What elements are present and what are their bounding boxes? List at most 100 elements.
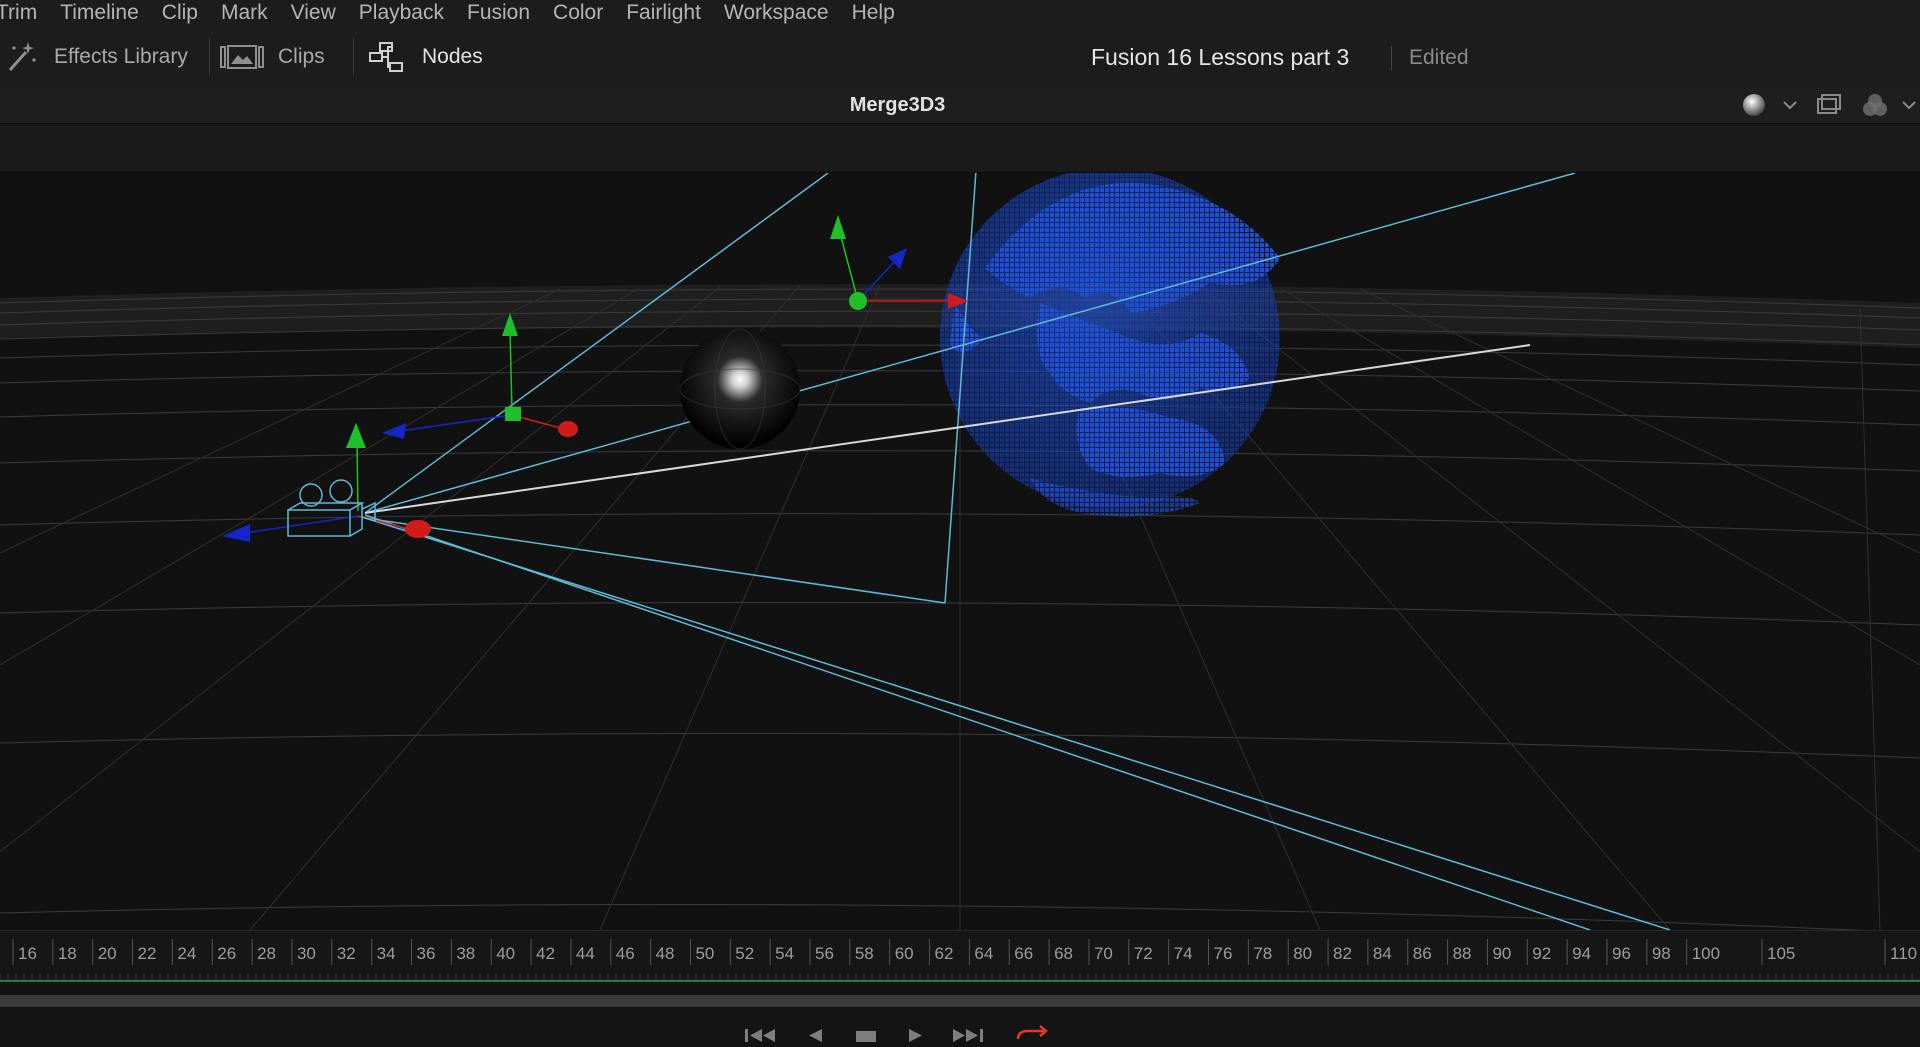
effects-library-button[interactable]: Effects Library xyxy=(4,40,188,74)
sphere-icon xyxy=(1743,94,1765,116)
nodes-button[interactable]: Nodes xyxy=(368,40,483,74)
transport-icons xyxy=(745,1025,1048,1042)
viewer-header: Merge3D3 xyxy=(0,87,1920,124)
menu-timeline[interactable]: Timeline xyxy=(60,1,139,25)
ruler-tick-label: 78 xyxy=(1253,944,1272,963)
viewer-layout-button[interactable] xyxy=(1815,92,1843,118)
ruler-tick-label: 32 xyxy=(337,944,356,963)
ruler-tick-label: 68 xyxy=(1054,944,1073,963)
timeline-scrollbar[interactable] xyxy=(0,995,1920,1007)
sphere-object[interactable] xyxy=(679,328,801,450)
ruler-tick-label: 76 xyxy=(1214,944,1233,963)
nodes-label: Nodes xyxy=(422,45,483,68)
ruler-tick-label: 58 xyxy=(855,944,874,963)
toolbar: Effects Library Clips Nodes xyxy=(0,26,1920,88)
light-gizmo[interactable] xyxy=(382,313,578,439)
menu-clip[interactable]: Clip xyxy=(162,1,198,25)
ruler-tick-label: 56 xyxy=(815,944,834,963)
project-status: Edited xyxy=(1409,46,1469,69)
render-mode-dropdown[interactable] xyxy=(1781,92,1799,118)
menu-workspace[interactable]: Workspace xyxy=(724,1,829,25)
ruler-tick-label: 82 xyxy=(1333,944,1352,963)
loop-icon[interactable] xyxy=(1016,1025,1048,1040)
menu-bar: Trim Timeline Clip Mark View Playback Fu… xyxy=(0,0,1920,26)
ruler-tick-label: 42 xyxy=(536,944,555,963)
skip-to-start-icon[interactable] xyxy=(745,1029,775,1042)
title-divider xyxy=(1391,46,1392,70)
node-graph-icon xyxy=(369,42,403,72)
ruler-tick-label: 98 xyxy=(1652,944,1671,963)
ruler-tick-label: 34 xyxy=(377,944,396,963)
ruler-tick-label: 28 xyxy=(257,944,276,963)
project-title: Fusion 16 Lessons part 3 xyxy=(1091,44,1350,70)
menu-mark[interactable]: Mark xyxy=(221,1,268,25)
menu-fusion[interactable]: Fusion xyxy=(467,1,530,25)
effects-library-label: Effects Library xyxy=(54,45,188,68)
ruler-tick-label: 40 xyxy=(496,944,515,963)
channels-dropdown[interactable] xyxy=(1900,92,1918,118)
menu-color[interactable]: Color xyxy=(553,1,603,25)
ruler-tick-label: 46 xyxy=(616,944,635,963)
render-mode-button[interactable] xyxy=(1741,92,1767,118)
3d-scene xyxy=(0,173,1920,930)
ruler-tick-label: 18 xyxy=(58,944,77,963)
ruler-tick-label: 90 xyxy=(1492,944,1511,963)
play-icon[interactable] xyxy=(909,1029,922,1042)
ruler-tick-label: 70 xyxy=(1094,944,1113,963)
skip-to-end-icon[interactable] xyxy=(953,1029,983,1042)
ruler-tick-label: 36 xyxy=(417,944,436,963)
ruler-tick-label: 110 xyxy=(1890,944,1917,963)
ruler-tick-label: 64 xyxy=(974,944,993,963)
step-back-icon[interactable] xyxy=(809,1029,822,1042)
ruler-tick-label: 84 xyxy=(1373,944,1392,963)
3d-viewport[interactable] xyxy=(0,173,1920,930)
ruler-tick-label: 100 xyxy=(1692,944,1720,963)
ruler-tick-label: 74 xyxy=(1174,944,1193,963)
channels-icon xyxy=(1863,94,1887,116)
camera-object[interactable] xyxy=(222,423,431,542)
ruler-tick-label: 92 xyxy=(1532,944,1551,963)
ruler-tick-label: 48 xyxy=(656,944,675,963)
menu-playback[interactable]: Playback xyxy=(359,1,444,25)
stop-icon[interactable] xyxy=(856,1031,876,1042)
ruler-tick-label: 105 xyxy=(1767,944,1795,963)
chevron-down-icon xyxy=(1783,101,1797,110)
ruler-tick-label: 20 xyxy=(98,944,117,963)
ruler-tick-label: 86 xyxy=(1413,944,1432,963)
ruler-tick-label: 88 xyxy=(1453,944,1472,963)
ruler-tick-label: 62 xyxy=(935,944,954,963)
window-icon xyxy=(1817,94,1841,114)
color-channels-button[interactable] xyxy=(1861,92,1889,118)
ruler-tick-label: 54 xyxy=(775,944,794,963)
ruler-tick-label: 52 xyxy=(735,944,754,963)
ruler-tick-label: 50 xyxy=(695,944,714,963)
magic-wand-icon xyxy=(8,42,36,71)
clips-button[interactable]: Clips xyxy=(220,40,325,74)
globe-object[interactable] xyxy=(940,173,1280,517)
time-ruler[interactable]: 16 18 20 22 24 26 28 30 32 34 36 38 40 42 44 46 48 50 52 54… xyxy=(0,930,1920,981)
ruler-tick-label: 30 xyxy=(297,944,316,963)
ruler-tick-label: 60 xyxy=(895,944,914,963)
ruler-tick-label: 44 xyxy=(576,944,595,963)
toolbar-divider xyxy=(209,38,210,76)
viewer-subbar xyxy=(0,124,1920,173)
menu-help[interactable]: Help xyxy=(852,1,895,25)
ruler-tick-label: 94 xyxy=(1572,944,1591,963)
ruler-tick-label: 80 xyxy=(1293,944,1312,963)
ruler-tick-label: 96 xyxy=(1612,944,1631,963)
menu-trim[interactable]: Trim xyxy=(0,1,37,25)
toolbar-divider xyxy=(353,38,354,76)
chevron-down-icon xyxy=(1902,101,1916,110)
transport-controls xyxy=(0,1007,1920,1042)
ruler-tick-label: 26 xyxy=(217,944,236,963)
ruler-tick-label: 22 xyxy=(138,944,157,963)
ruler-ticks: 16 18 20 22 24 26 28 30 32 34 36 38 40 42 44 46 48 50 52 54… xyxy=(0,939,1920,981)
filmstrip-icon xyxy=(220,45,264,69)
ruler-tick-label: 66 xyxy=(1014,944,1033,963)
viewer-title: Merge3D3 xyxy=(849,94,946,116)
playhead-range xyxy=(0,980,1920,982)
ruler-tick-label: 24 xyxy=(177,944,196,963)
menu-view[interactable]: View xyxy=(291,1,336,25)
menu-fairlight[interactable]: Fairlight xyxy=(626,1,701,25)
ruler-tick-label: 38 xyxy=(456,944,475,963)
